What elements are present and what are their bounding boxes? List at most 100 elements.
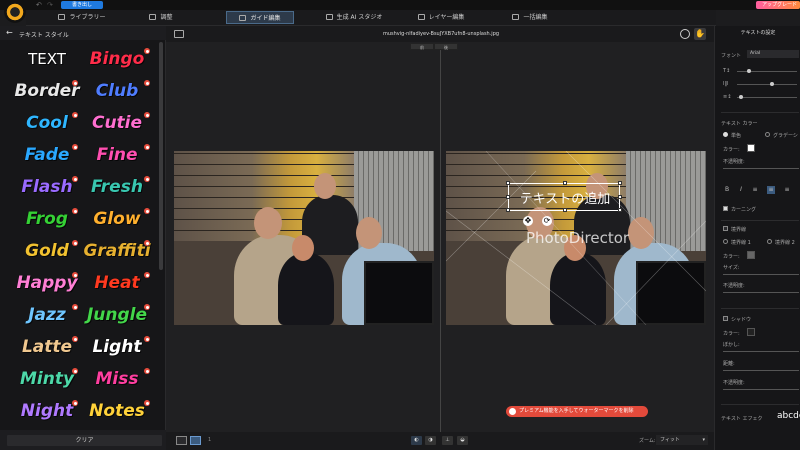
- resize-handle[interactable]: [506, 181, 510, 185]
- hand-icon[interactable]: ✋: [694, 28, 706, 40]
- guided-edit-icon: [239, 15, 247, 21]
- gradient-label: グラデーシ: [773, 133, 798, 139]
- resize-handle[interactable]: [618, 208, 622, 212]
- border2-label: 境界線 2: [775, 240, 795, 246]
- italic-button[interactable]: I: [737, 186, 745, 194]
- scrollbar[interactable]: [159, 42, 163, 270]
- move-icon[interactable]: ✥: [523, 216, 533, 226]
- tab-ai-studio[interactable]: 生成 AI スタジオ: [314, 11, 394, 24]
- premium-crown-icon: [72, 272, 78, 278]
- distance-label: 距離:: [723, 361, 735, 367]
- tab-adjust[interactable]: 調整: [136, 11, 186, 24]
- redo-icon[interactable]: ↷: [47, 1, 53, 9]
- shadow-opacity-slider[interactable]: [723, 389, 799, 390]
- char-spacing-slider[interactable]: [737, 84, 797, 85]
- text-style-graffiti[interactable]: Graffiti: [82, 236, 152, 266]
- zoom-select[interactable]: フィット: [656, 435, 708, 445]
- shadow-checkbox[interactable]: [723, 316, 728, 321]
- border-opacity-slider[interactable]: [723, 292, 799, 293]
- align-right-icon[interactable]: ≡: [783, 186, 791, 194]
- before-button[interactable]: 前: [410, 43, 434, 50]
- before-after-toggle: 前 後: [410, 43, 458, 50]
- upgrade-button[interactable]: アップグレード: [756, 1, 800, 9]
- single-view-icon[interactable]: [176, 436, 187, 445]
- resize-handle[interactable]: [618, 181, 622, 185]
- text-style-bingo[interactable]: Bingo: [82, 44, 152, 74]
- premium-crown-icon: [144, 80, 150, 86]
- text-style-jungle[interactable]: Jungle: [82, 300, 152, 330]
- border1-radio[interactable]: [723, 239, 728, 244]
- text-style-notes[interactable]: Notes: [82, 396, 152, 426]
- single-color-radio[interactable]: [723, 132, 728, 137]
- border2-radio[interactable]: [767, 239, 772, 244]
- line-spacing-slider[interactable]: [737, 97, 797, 98]
- compare-divider[interactable]: [440, 50, 441, 436]
- font-size-icon: T↕: [723, 68, 731, 74]
- premium-crown-icon: [72, 208, 78, 214]
- folder-icon[interactable]: [174, 30, 184, 38]
- bold-button[interactable]: B: [723, 186, 731, 194]
- text-style-text[interactable]: TEXT: [12, 44, 82, 74]
- align-left-icon[interactable]: ≡: [751, 186, 759, 194]
- font-select[interactable]: Arial: [747, 50, 799, 58]
- contrast-icon[interactable]: ◑: [425, 436, 436, 445]
- slider-knob[interactable]: [739, 95, 743, 99]
- text-style-light[interactable]: Light: [82, 332, 152, 362]
- text-box-content[interactable]: テキストの追加: [509, 188, 621, 207]
- opacity-slider[interactable]: [723, 168, 799, 169]
- resize-handle[interactable]: [618, 195, 622, 199]
- back-arrow-icon[interactable]: ←: [6, 28, 13, 37]
- text-style-fine[interactable]: Fine: [82, 140, 152, 170]
- tab-batch-edit[interactable]: 一括編集: [500, 11, 560, 24]
- canvas-area: mushvig-nlfadiyev-BsuJYXB7ufn8-unsplash.…: [166, 26, 714, 450]
- clear-button[interactable]: クリア: [7, 435, 162, 446]
- tab-layer-edit[interactable]: レイヤー編集: [406, 11, 476, 24]
- text-style-club[interactable]: Club: [82, 76, 152, 106]
- border1-label: 境界線 1: [731, 240, 751, 246]
- text-settings-panel: テキストの設定 フォント Arial T↕ I‖I ≡↕ テキスト カラー 単色…: [714, 26, 800, 450]
- border-checkbox[interactable]: [723, 226, 728, 231]
- panel-title: テキストの設定: [740, 30, 776, 36]
- text-effect-preview[interactable]: abcde: [777, 411, 800, 421]
- compare-split-icon[interactable]: ◐: [411, 436, 422, 445]
- font-size-slider[interactable]: [737, 71, 797, 72]
- border-size-slider[interactable]: [723, 274, 799, 275]
- resize-handle[interactable]: [563, 181, 567, 185]
- resize-handle[interactable]: [563, 208, 567, 212]
- border-color-swatch[interactable]: [747, 251, 755, 259]
- tab-guided-edit[interactable]: ガイド編集: [226, 11, 294, 24]
- photo-after: テキストの追加 ✥ ⟳ PhotoDirector: [446, 151, 706, 325]
- slider-knob[interactable]: [770, 82, 774, 86]
- text-color-swatch[interactable]: [747, 144, 755, 152]
- text-style-heat[interactable]: Heat: [82, 268, 152, 298]
- align-icon[interactable]: ⊥: [442, 436, 453, 445]
- after-button[interactable]: 後: [434, 43, 458, 50]
- remove-watermark-button[interactable]: プレミアム機能を入手してウォーターマークを削除: [506, 406, 648, 417]
- align-center-icon[interactable]: ≡: [767, 186, 775, 194]
- undo-icon[interactable]: ↶: [36, 1, 42, 9]
- text-style-miss[interactable]: Miss: [82, 364, 152, 394]
- text-box[interactable]: テキストの追加: [506, 181, 622, 212]
- tab-library[interactable]: ライブラリー: [52, 11, 112, 24]
- compare-view-icon[interactable]: [190, 436, 201, 445]
- text-style-fresh[interactable]: Fresh: [82, 172, 152, 202]
- text-style-cutie[interactable]: Cutie: [82, 108, 152, 138]
- shadow-color-swatch[interactable]: [747, 328, 755, 336]
- distance-slider[interactable]: [723, 370, 799, 371]
- gradient-radio[interactable]: [765, 132, 770, 137]
- text-style-glow[interactable]: Glow: [82, 204, 152, 234]
- resize-handle[interactable]: [506, 208, 510, 212]
- border-color-label: カラー:: [723, 254, 740, 260]
- page-indicator: 1: [208, 437, 212, 443]
- rotate-icon[interactable]: ⟳: [542, 216, 552, 226]
- panel-title: テキスト スタイル: [19, 32, 69, 39]
- export-button[interactable]: 書き出し: [61, 1, 103, 9]
- canvas-toolbar: 1 ◐ ◑ ⊥ ◒ ズーム: フィット: [166, 432, 714, 450]
- layer-order-icon[interactable]: ◒: [457, 436, 468, 445]
- premium-crown-icon: [72, 304, 78, 310]
- blur-slider[interactable]: [723, 351, 799, 352]
- kerning-checkbox[interactable]: [723, 206, 728, 211]
- slider-knob[interactable]: [747, 69, 751, 73]
- zoom-search-icon[interactable]: [680, 29, 690, 39]
- resize-handle[interactable]: [506, 195, 510, 199]
